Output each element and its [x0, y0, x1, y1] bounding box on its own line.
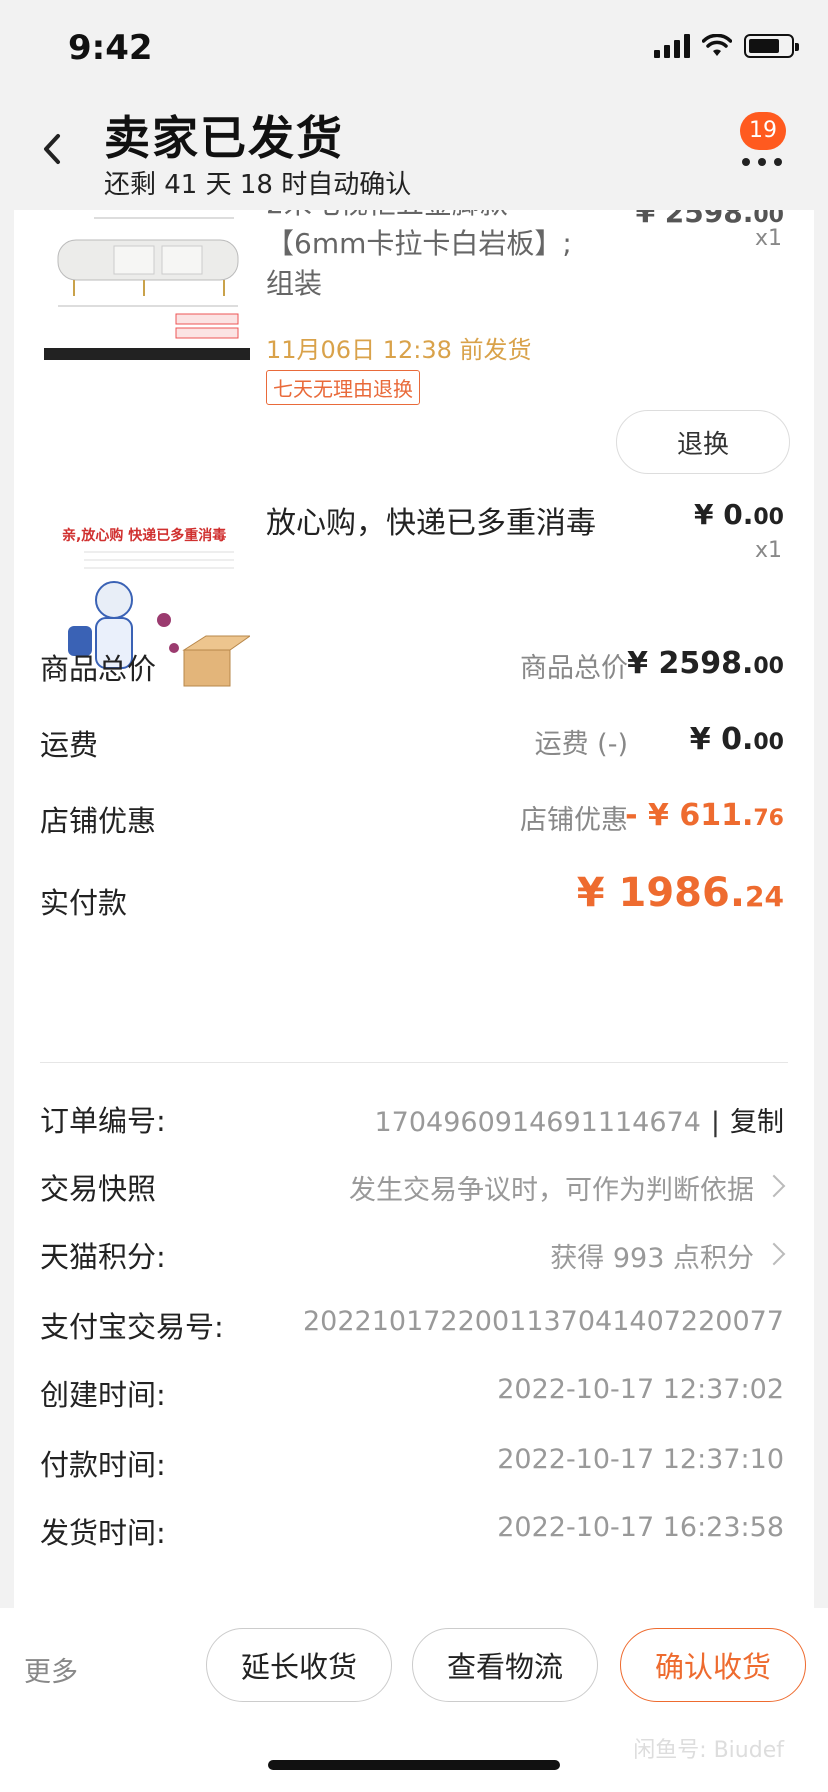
ship-deadline: 11月06日 12:38 前发货: [266, 336, 532, 364]
summary-label: 商品总价: [40, 652, 157, 686]
return-policy-tag: 七天无理由退换: [266, 370, 420, 405]
info-row-snapshot[interactable]: 交易快照 发生交易争议时，可作为判断依据: [40, 1156, 788, 1216]
signal-icon: [654, 34, 690, 58]
info-value: 2022101722001137041407220077: [303, 1306, 784, 1337]
info-value: 2022-10-17 12:37:10: [497, 1444, 784, 1475]
summary-sublabel: 店铺优惠: [520, 805, 628, 836]
info-row-alipay-number: 支付宝交易号: 2022101722001137041407220077: [40, 1294, 788, 1354]
status-bar: 9:42: [0, 0, 828, 100]
info-label: 天猫积分:: [40, 1240, 166, 1274]
info-value: 获得 993 点积分: [550, 1243, 754, 1274]
info-row-paid-time: 付款时间: 2022-10-17 12:37:10: [40, 1432, 788, 1492]
order-number: 1704960914691114674 | 复制: [374, 1107, 785, 1138]
info-label: 支付宝交易号:: [40, 1310, 224, 1344]
info-value: 2022-10-17 16:23:58: [497, 1512, 784, 1543]
wifi-icon: [702, 34, 732, 56]
battery-icon: [744, 34, 799, 58]
summary-sublabel: 商品总价: [520, 653, 628, 684]
bottom-action-bar: 更多 延长收货 查看物流 确认收货 闲鱼号: Biudef: [0, 1608, 828, 1792]
info-label: 创建时间:: [40, 1378, 166, 1412]
chevron-right-icon: [762, 1242, 786, 1266]
paid-amount: ¥ 1986.24: [576, 870, 784, 916]
info-label: 发货时间:: [40, 1516, 166, 1550]
info-value: 发生交易争议时，可作为判断依据: [349, 1175, 754, 1206]
info-value: 2022-10-17 12:37:02: [497, 1374, 784, 1405]
summary-sublabel: 运费 (-): [534, 729, 628, 760]
summary-row-store-discount: 店铺优惠 店铺优惠 - ¥ 611.76: [40, 788, 788, 848]
home-indicator[interactable]: [268, 1760, 560, 1770]
product-name[interactable]: 放心购，快递已多重消毒: [266, 498, 596, 542]
extend-receipt-button[interactable]: 延长收货: [206, 1628, 392, 1702]
copy-button[interactable]: 复制: [730, 1107, 784, 1138]
info-row-order-number: 订单编号: 1704960914691114674 | 复制: [40, 1088, 788, 1148]
info-label: 付款时间:: [40, 1448, 166, 1482]
confirm-receipt-button[interactable]: 确认收货: [620, 1628, 806, 1702]
divider: [40, 1062, 788, 1063]
page-title: 卖家已发货: [104, 111, 344, 165]
summary-row-paid: 实付款 ¥ 1986.24: [40, 870, 788, 930]
summary-label: 运费: [40, 728, 99, 762]
order-detail-card: 2米电视柜五金脚款【6mm卡拉卡白岩板】;组装 ¥ 2598.00 x1 11月…: [14, 210, 814, 1610]
status-icons: [654, 34, 799, 58]
chevron-right-icon: [762, 1174, 786, 1198]
message-badge: 19: [740, 112, 786, 150]
summary-row-goods-total: 商品总价 商品总价 ¥ 2598.00: [40, 636, 788, 696]
product-name[interactable]: 2米电视柜五金脚款【6mm卡拉卡白岩板】;组装: [266, 210, 586, 304]
discount-amount: - ¥ 611.76: [625, 798, 784, 833]
product-price: ¥ 0.00: [694, 498, 784, 531]
product-image-tv-cabinet[interactable]: [44, 210, 250, 360]
summary-label: 店铺优惠: [40, 804, 157, 838]
return-exchange-button[interactable]: 退换: [616, 410, 790, 474]
product-quantity: x1: [754, 538, 782, 563]
more-button[interactable]: 更多: [24, 1650, 78, 1689]
status-time: 9:42: [68, 28, 153, 68]
disinfection-image-text: 亲,放心购 快递已多重消毒: [62, 527, 226, 544]
info-label: 交易快照: [40, 1172, 157, 1206]
info-row-points[interactable]: 天猫积分: 获得 993 点积分: [40, 1224, 788, 1284]
info-row-created-time: 创建时间: 2022-10-17 12:37:02: [40, 1362, 788, 1422]
more-menu-button[interactable]: 19: [732, 112, 792, 172]
summary-label: 实付款: [40, 886, 128, 920]
back-arrow-icon[interactable]: [36, 124, 66, 174]
product-quantity: x1: [754, 226, 782, 251]
header: 卖家已发货 还剩 41 天 18 时自动确认 19: [0, 100, 828, 210]
watermark: 闲鱼号: Biudef: [633, 1738, 784, 1763]
summary-amount: ¥ 0.00: [689, 722, 784, 757]
summary-amount: ¥ 2598.00: [627, 646, 784, 681]
view-logistics-button[interactable]: 查看物流: [412, 1628, 598, 1702]
info-label: 订单编号:: [40, 1104, 166, 1138]
more-dots-icon: [742, 158, 782, 166]
info-row-ship-time: 发货时间: 2022-10-17 16:23:58: [40, 1500, 788, 1560]
summary-row-shipping: 运费 运费 (-) ¥ 0.00: [40, 712, 788, 772]
auto-confirm-countdown: 还剩 41 天 18 时自动确认: [104, 170, 412, 200]
